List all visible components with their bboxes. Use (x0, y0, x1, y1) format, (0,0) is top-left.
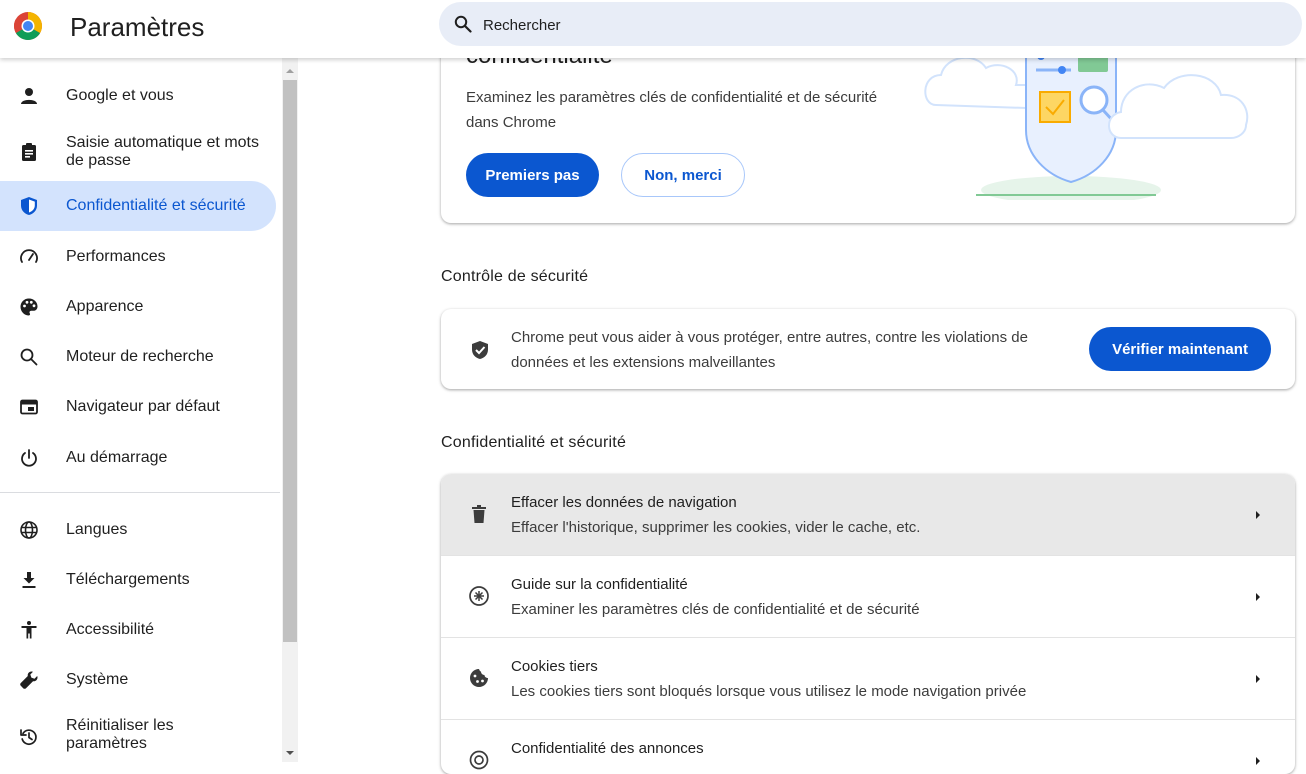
page-title: Paramètres (70, 12, 205, 42)
list-item-subtitle: Effacer l'historique, supprimer les cook… (511, 519, 921, 536)
list-item-ad-privacy[interactable]: Confidentialité des annonces (441, 720, 1295, 774)
sidebar-item-label: Langues (66, 521, 128, 538)
promo-description: Examinez les paramètres clés de confiden… (466, 89, 878, 131)
chrome-logo-icon (14, 12, 42, 40)
shield-check-icon (472, 341, 488, 359)
safety-check-card: Chrome peut vous aider à vous protéger, … (441, 309, 1295, 389)
clipboard-icon (18, 141, 40, 163)
list-item-subtitle: Examiner les paramètres clés de confiden… (511, 601, 920, 618)
sidebar-item-downloads[interactable]: Téléchargements (0, 566, 276, 594)
privacy-security-heading: Confidentialité et sécurité (441, 434, 627, 451)
download-icon (18, 569, 40, 591)
sidebar-item-label: Au démarrage (66, 449, 168, 466)
sidebar-item-label: Confidentialité et sécurité (66, 197, 246, 214)
list-item-subtitle: Les cookies tiers sont bloqués lorsque v… (511, 683, 1027, 700)
sidebar-item-label: Google et vous (66, 87, 174, 104)
sidebar-item-label: Saisie automatique et mots de passe (66, 134, 259, 169)
sidebar-item-privacy-security[interactable]: Confidentialité et sécurité (0, 181, 276, 231)
list-item-third-party-cookies[interactable]: Cookies tiers Les cookies tiers sont blo… (441, 638, 1295, 719)
palette-icon (18, 296, 40, 318)
ads-privacy-icon (468, 749, 490, 771)
list-item-title: Confidentialité des annonces (511, 740, 704, 757)
safety-check-description: Chrome peut vous aider à vous protéger, … (511, 329, 1028, 371)
shield-icon (18, 195, 40, 217)
list-item-privacy-guide[interactable]: Guide sur la confidentialité Examiner le… (441, 556, 1295, 637)
list-item-clear-browsing-data[interactable]: Effacer les données de navigation Efface… (441, 474, 1295, 555)
power-icon (18, 447, 40, 469)
privacy-settings-list: Effacer les données de navigation Efface… (441, 474, 1295, 774)
list-item-title: Effacer les données de navigation (511, 494, 737, 511)
wrench-icon (18, 669, 40, 691)
check-now-button[interactable]: Vérifier maintenant (1089, 327, 1271, 371)
sidebar-item-label: Réinitialiser les paramètres (66, 717, 174, 752)
top-bar: Paramètres (0, 0, 1306, 58)
sidebar-item-search-engine[interactable]: Moteur de recherche (0, 343, 276, 371)
arrow-right-icon (1256, 757, 1260, 765)
sidebar-item-default-browser[interactable]: Navigateur par défaut (0, 393, 276, 421)
search-icon (454, 15, 472, 33)
sidebar-item-label: Navigateur par défaut (66, 398, 220, 415)
accessibility-icon (18, 619, 40, 641)
sidebar-item-reset-settings[interactable]: Réinitialiser les paramètres (0, 713, 276, 757)
no-thanks-button[interactable]: Non, merci (621, 153, 745, 197)
sidebar-item-label: Accessibilité (66, 621, 155, 638)
sidebar-item-label: Apparence (66, 298, 144, 315)
sidebar-item-languages[interactable]: Langues (0, 516, 276, 544)
arrow-right-icon (1256, 593, 1260, 601)
person-icon (18, 85, 40, 107)
speedometer-icon (18, 246, 40, 268)
sidebar-item-label: Téléchargements (66, 571, 190, 588)
search-icon (18, 346, 40, 368)
arrow-right-icon (1256, 675, 1260, 683)
sidebar-item-performance[interactable]: Performances (0, 243, 276, 271)
list-item-title: Cookies tiers (511, 658, 598, 675)
sidebar-item-autofill[interactable]: Saisie automatique et mots de passe (0, 130, 276, 174)
privacy-guide-promo-card: confidentialité Examinez les paramètres … (441, 30, 1295, 223)
list-item-title: Guide sur la confidentialité (511, 576, 688, 593)
sidebar-item-label: Moteur de recherche (66, 348, 214, 365)
arrow-right-icon (1256, 511, 1260, 519)
sidebar-item-system[interactable]: Système (0, 666, 276, 694)
sidebar-item-accessibility[interactable]: Accessibilité (0, 616, 276, 644)
sidebar-item-appearance[interactable]: Apparence (0, 293, 276, 321)
scroll-up-arrow-icon[interactable] (284, 66, 296, 76)
sidebar-item-label: Système (66, 671, 129, 688)
browser-window-icon (18, 396, 40, 418)
safety-check-heading: Contrôle de sécurité (441, 268, 589, 285)
sidebar-item-on-startup[interactable]: Au démarrage (0, 444, 276, 472)
globe-icon (18, 519, 40, 541)
restore-icon (18, 726, 40, 748)
sidebar: Google et vous Saisie automatique et mot… (0, 58, 282, 762)
cookie-icon (468, 667, 490, 689)
search-input[interactable] (481, 2, 1265, 48)
get-started-button[interactable]: Premiers pas (466, 153, 599, 197)
privacy-guide-icon (468, 585, 490, 607)
sidebar-scrollbar-thumb[interactable] (283, 80, 297, 642)
scroll-down-arrow-icon[interactable] (284, 748, 296, 758)
search-box[interactable] (439, 2, 1302, 48)
sidebar-divider (0, 492, 280, 493)
trash-icon (468, 503, 490, 525)
sidebar-item-label: Performances (66, 248, 166, 265)
sidebar-item-google-et-vous[interactable]: Google et vous (0, 82, 276, 110)
